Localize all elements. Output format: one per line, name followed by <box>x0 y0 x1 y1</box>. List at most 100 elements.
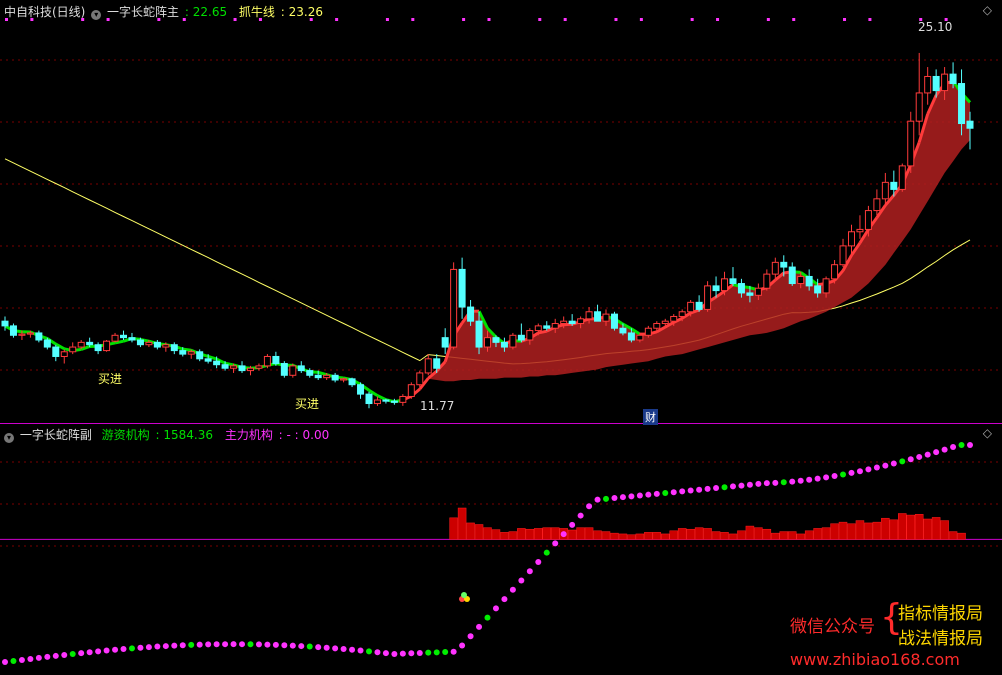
watermark-line-2: 战法情报局 <box>898 629 983 649</box>
candle-body <box>306 370 314 376</box>
trend-dot <box>476 623 483 630</box>
candle-body <box>695 301 703 310</box>
volume-bar <box>864 522 873 540</box>
trend-dot <box>763 480 770 487</box>
settings-diamond-icon-sub[interactable]: ◇ <box>983 426 992 440</box>
trend-dot <box>408 650 415 657</box>
trend-dot <box>399 650 406 657</box>
volume-bar <box>686 528 695 540</box>
trend-dot <box>696 486 703 493</box>
trend-dot <box>18 656 25 663</box>
trend-dot <box>831 472 838 479</box>
trend-dot <box>755 480 762 487</box>
volume-bar <box>483 527 492 540</box>
volume-bar <box>855 520 865 540</box>
candle-body <box>780 261 788 268</box>
volume-bar <box>881 517 890 540</box>
volume-bar <box>567 529 577 540</box>
candle-body <box>847 231 855 247</box>
candle-body <box>272 355 280 365</box>
candle-body <box>255 365 263 369</box>
watermark-url: www.zhibiao168.com <box>790 650 960 669</box>
candle-body <box>864 210 872 230</box>
trend-dot <box>239 641 246 648</box>
trend-dot <box>670 489 677 496</box>
trend-dot <box>154 643 161 650</box>
volume-bar <box>635 533 645 540</box>
volume-bar <box>652 532 662 540</box>
candle-body <box>204 358 212 362</box>
top-signal-dot <box>335 18 339 21</box>
candle-body <box>407 384 415 397</box>
settings-diamond-icon[interactable]: ◇ <box>983 3 992 17</box>
candle-body <box>1 320 9 327</box>
top-signal-dot <box>563 18 567 21</box>
main-indicator-name[interactable]: 一字长蛇阵主 <box>107 5 179 19</box>
candle-body <box>763 273 771 289</box>
trend-dot <box>535 558 542 565</box>
candle-body <box>949 73 957 85</box>
trend-dot <box>907 456 914 463</box>
trend-dot <box>873 464 880 471</box>
trend-dot <box>797 477 804 484</box>
trend-dot <box>315 644 322 651</box>
volume-bar <box>711 531 721 540</box>
watermark-wechat: 微信公众号 <box>790 617 875 637</box>
cai-badge[interactable]: 财 <box>643 409 658 425</box>
candle-body <box>610 313 618 329</box>
candle-body <box>196 351 204 360</box>
volume-bar <box>525 528 535 540</box>
candle-body <box>932 75 940 92</box>
trend-dot <box>459 642 466 649</box>
trend-dot <box>112 646 119 653</box>
volume-bar <box>703 528 712 540</box>
candle-body <box>357 384 365 395</box>
trend-dot <box>806 476 813 483</box>
trend-dot <box>272 641 279 648</box>
trend-dot <box>196 641 203 648</box>
trend-dot <box>188 641 195 648</box>
candle-body <box>492 337 500 343</box>
main-value-2: : 23.26 <box>280 5 323 19</box>
trend-dot <box>382 650 389 657</box>
candle-body <box>704 285 712 310</box>
candle-body <box>103 340 111 352</box>
sub-indicator-name[interactable]: 一字长蛇阵副 <box>20 428 92 442</box>
volume-bar <box>508 531 518 540</box>
candle-body <box>831 264 839 280</box>
candle-body <box>331 374 339 381</box>
chevron-down-icon[interactable]: ▾ <box>91 10 102 20</box>
trend-dot <box>950 444 957 451</box>
trend-dot <box>619 494 626 501</box>
volume-bar <box>957 532 966 540</box>
trend-dot <box>501 596 508 603</box>
candle-body <box>509 334 517 348</box>
trend-dot <box>933 449 940 456</box>
sub-indicator-header: ▾ 一字长蛇阵副 游资机构 : 1584.36 主力机构 : - : 0.00 <box>4 426 331 443</box>
chevron-down-icon[interactable]: ▾ <box>4 433 14 443</box>
trend-dot <box>35 654 42 661</box>
candle-body <box>814 285 822 294</box>
candle-body <box>424 358 432 374</box>
volume-bar <box>466 522 475 540</box>
candle-body <box>754 287 762 296</box>
candle-body <box>263 355 271 367</box>
trend-dot <box>662 490 669 497</box>
volume-bar <box>762 528 772 540</box>
volume-bar <box>618 533 628 540</box>
trend-dot <box>552 540 559 547</box>
sub-label-1: 游资机构 <box>101 428 150 442</box>
candle-body <box>297 365 305 372</box>
trend-dot <box>357 647 364 654</box>
trend-dot <box>289 642 296 649</box>
trend-dot <box>780 479 787 486</box>
candle-body <box>441 337 449 348</box>
trend-dot <box>416 649 423 656</box>
volume-bar <box>940 520 949 540</box>
volume-bar <box>601 531 611 540</box>
main-label-2: 抓牛线 <box>238 5 275 19</box>
trend-dot <box>442 649 449 656</box>
trend-dot <box>586 503 593 510</box>
trend-dot <box>103 647 110 654</box>
candle-body <box>18 333 26 336</box>
